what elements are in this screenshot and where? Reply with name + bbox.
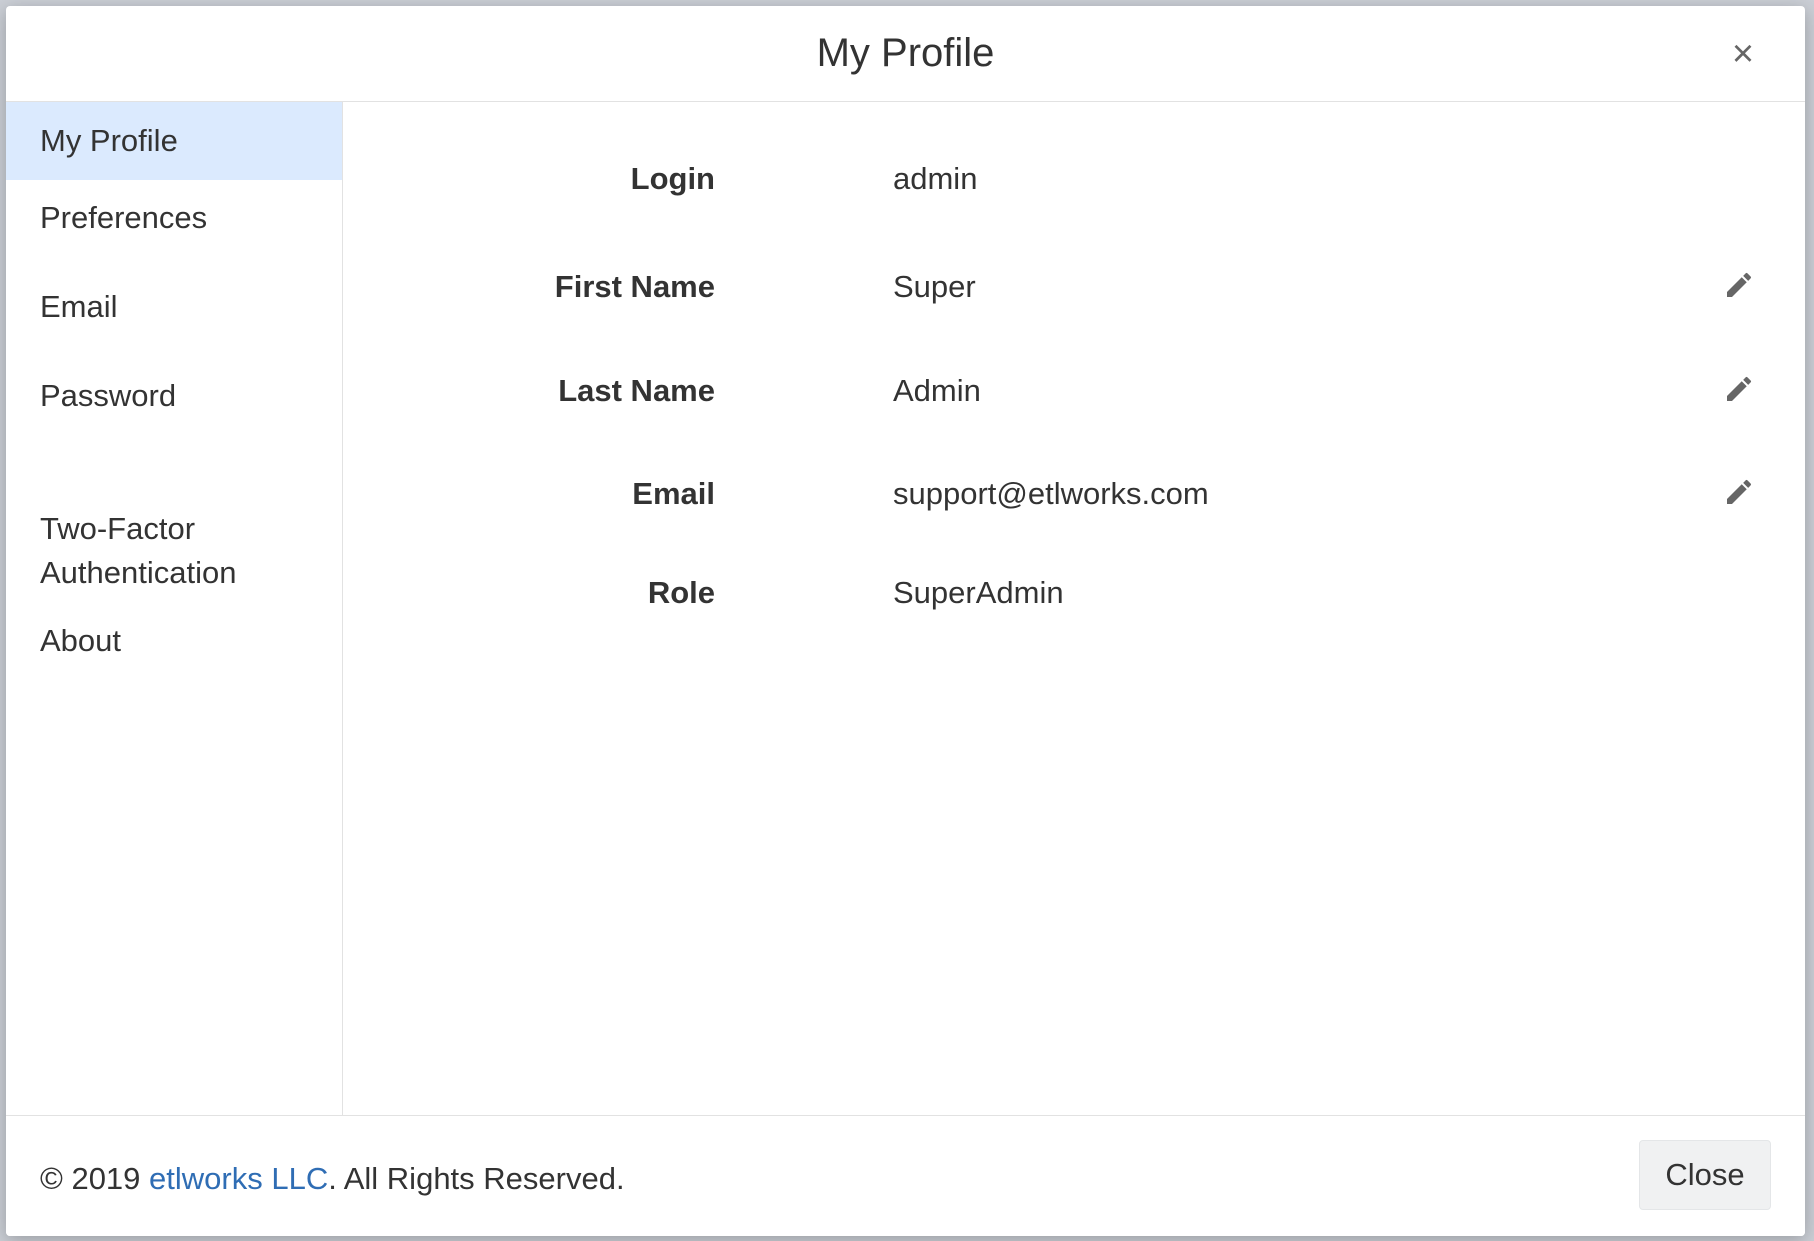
dialog-title: My Profile [816,31,995,75]
sidebar-item-label: Email [40,289,118,324]
close-icon[interactable]: × [1723,34,1763,74]
sidebar-item-label: My Profile [40,123,178,158]
dialog-header: My Profile × [6,6,1805,102]
field-value-last-name: Admin [893,373,981,408]
sidebar-item-email[interactable]: Email [6,285,342,329]
profile-content: Login admin First Name Super Last Name A… [343,102,1805,1116]
company-link[interactable]: etlworks LLC [149,1161,328,1196]
sidebar-item-my-profile[interactable]: My Profile [6,102,342,180]
sidebar-item-label: About [40,623,122,658]
field-label-last-name: Last Name [558,373,715,408]
field-label-email: Email [632,476,715,511]
field-label-first-name: First Name [554,269,715,304]
edit-email-pencil-icon[interactable] [1723,476,1755,508]
sidebar-item-label: Preferences [40,200,208,235]
sidebar-item-two-factor[interactable]: Two-Factor Authentication [6,463,342,595]
sidebar-item-password[interactable]: Password [6,374,342,418]
sidebar-item-label: Password [40,378,177,413]
field-label-role: Role [647,575,715,610]
field-label-login: Login [630,161,715,196]
copyright-suffix: . All Rights Reserved. [328,1161,625,1196]
field-value-email: support@etlworks.com [893,476,1209,511]
dialog-footer: © 2019 etlworks LLC. All Rights Reserved… [6,1115,1805,1236]
sidebar-item-about[interactable]: About [6,619,342,663]
field-value-login: admin [893,161,978,196]
sidebar-item-preferences[interactable]: Preferences [6,196,342,240]
sidebar-item-label: Two-Factor Authentication [40,511,237,590]
field-value-first-name: Super [893,269,976,304]
edit-last-name-pencil-icon[interactable] [1723,373,1755,405]
profile-sidebar: My Profile Preferences Email Password Tw… [6,102,343,1116]
close-button[interactable]: Close [1639,1140,1771,1210]
copyright-text: © 2019 etlworks LLC. All Rights Reserved… [40,1159,625,1199]
copyright-prefix: © 2019 [40,1161,150,1196]
field-value-role: SuperAdmin [893,575,1064,610]
edit-first-name-pencil-icon[interactable] [1723,269,1755,301]
profile-dialog: My Profile × My Profile Preferences Emai… [6,6,1805,1236]
